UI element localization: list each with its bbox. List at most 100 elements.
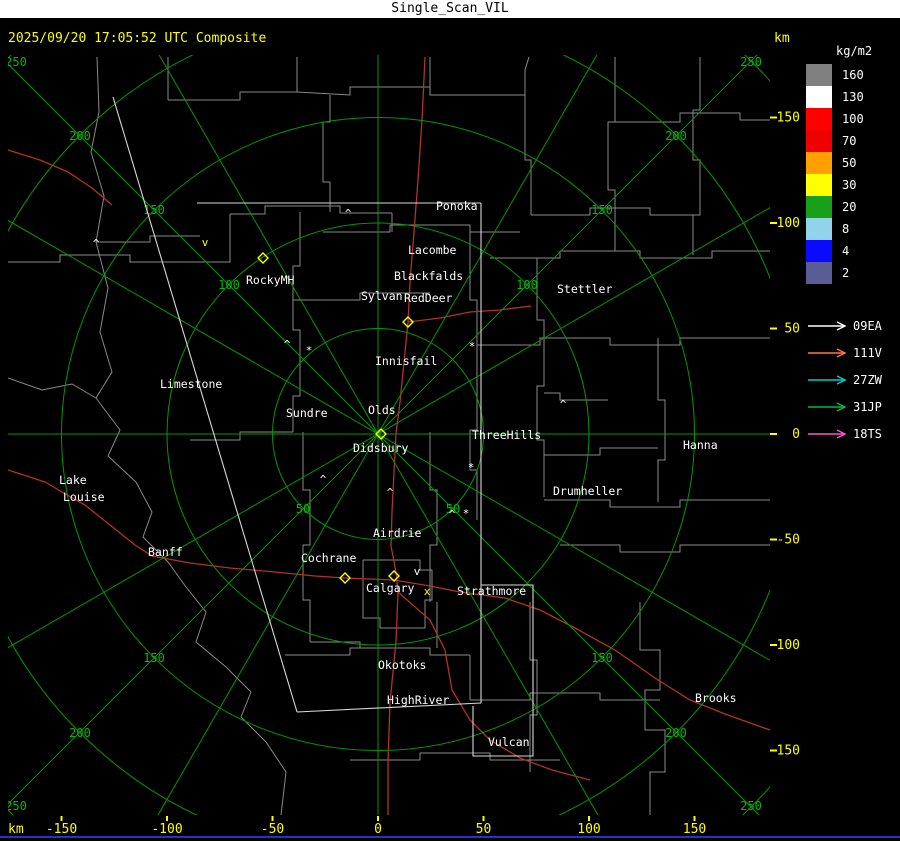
range-label: 150 <box>591 203 613 217</box>
station-arrow-icon <box>808 347 847 358</box>
bottom-axis-value: -50 <box>261 822 284 837</box>
city-label-airdrie: Airdrie <box>373 526 422 540</box>
station-entry: 111V <box>806 339 900 366</box>
city-label-didsbury: Didsbury <box>353 441 408 455</box>
legend-panel: kg/m2 160 130 100 70 50 30 20 8 4 2 09EA 111V 27ZW 3… <box>806 44 900 447</box>
county-boundary <box>302 432 311 642</box>
range-label: 250 <box>5 799 27 813</box>
highway-line <box>8 469 770 731</box>
legend-entry: 8 <box>806 218 900 240</box>
county-boundary <box>544 392 608 401</box>
legend-value: 100 <box>842 112 864 126</box>
range-label: 150 <box>143 651 165 665</box>
station-id: 31JP <box>853 399 882 414</box>
right-axis-value: 0 <box>792 427 800 442</box>
city-label-stettler: Stettler <box>557 282 612 296</box>
legend-entry: 2 <box>806 262 900 284</box>
legend-entry: 20 <box>806 196 900 218</box>
range-label: 250 <box>740 55 762 69</box>
right-axis-value: 50 <box>784 322 800 337</box>
range-label: 200 <box>665 726 687 740</box>
right-axis-value: -150 <box>769 744 800 759</box>
storm-marker-icon: x <box>424 585 431 598</box>
county-boundary <box>95 397 287 815</box>
legend-color-swatch <box>806 86 832 108</box>
right-axis-value: -100 <box>769 638 800 653</box>
county-boundary <box>8 377 97 399</box>
range-label: 200 <box>69 129 91 143</box>
azimuth-spoke <box>8 207 770 649</box>
azimuth-spoke <box>158 55 599 815</box>
legend-value: 8 <box>842 222 850 236</box>
radar-app-window: Single_Scan_VIL 2025/09/20 17:05:52 UTC … <box>0 0 900 841</box>
color-scale: 160 130 100 70 50 30 20 8 4 2 <box>806 64 900 284</box>
azimuth-spoke <box>8 63 760 815</box>
legend-value: 160 <box>842 68 864 82</box>
county-boundary <box>657 338 666 502</box>
storm-marker-icon: ^ <box>560 398 567 411</box>
station-list: 09EA 111V 27ZW 31JP 18TS <box>806 312 900 447</box>
county-boundary <box>323 224 520 233</box>
legend-color-swatch <box>806 152 832 174</box>
bottom-axis-value: 0 <box>374 822 382 837</box>
range-label: 100 <box>516 278 538 292</box>
station-entry: 27ZW <box>806 366 900 393</box>
legend-units-label: kg/m2 <box>836 44 873 58</box>
azimuth-spoke <box>8 55 758 805</box>
station-arrow-icon <box>808 320 847 331</box>
city-label-sylvan: Sylvan <box>361 289 403 303</box>
legend-color-swatch <box>806 108 832 130</box>
storm-marker-icon: ^ <box>387 486 394 499</box>
county-boundary <box>296 56 530 96</box>
legend-color-swatch <box>806 240 832 262</box>
city-label-drumheller: Drumheller <box>553 484 622 498</box>
city-label-lacombe: Lacombe <box>408 243 457 257</box>
county-boundary <box>544 447 658 456</box>
county-boundary <box>310 641 361 648</box>
county-boundary <box>322 95 331 212</box>
coverage-outline <box>472 584 534 757</box>
bottom-axis-value: 100 <box>577 822 600 837</box>
legend-entry: 30 <box>806 174 900 196</box>
range-label: 250 <box>740 799 762 813</box>
map-layers: 1001502002501001502002505015020025050150… <box>5 55 770 815</box>
coverage-outline <box>112 96 298 713</box>
county-boundary <box>560 544 770 553</box>
city-label-rockymh: RockyMH <box>246 273 295 287</box>
station-id: 09EA <box>853 318 882 333</box>
legend-entry: 130 <box>806 86 900 108</box>
city-label-sundre: Sundre <box>286 406 328 420</box>
storm-marker-icon: ^ <box>284 338 291 351</box>
legend-color-swatch <box>806 262 832 284</box>
station-arrow-icon <box>808 401 847 412</box>
city-label-brooks: Brooks <box>695 691 737 705</box>
station-entry: 18TS <box>806 420 900 447</box>
legend-color-swatch <box>806 174 832 196</box>
legend-color-swatch <box>806 196 832 218</box>
station-id: 18TS <box>853 426 882 441</box>
legend-entry: 100 <box>806 108 900 130</box>
legend-value: 130 <box>842 90 864 104</box>
bottom-axis-unit: km <box>8 822 24 837</box>
radar-map[interactable]: 100 150 200 250 100 150 200 250 50 150 200 250 50 150… <box>0 0 800 841</box>
bottom-axis-value: 150 <box>683 822 706 837</box>
station-arrow-icon <box>808 428 847 439</box>
range-label: 50 <box>296 502 310 516</box>
storm-marker-icon: * <box>306 344 313 357</box>
azimuth-spoke <box>157 55 598 815</box>
station-entry: 31JP <box>806 393 900 420</box>
county-boundary <box>470 692 660 701</box>
legend-color-swatch <box>806 64 832 86</box>
legend-entry: 160 <box>806 64 900 86</box>
city-label-limestone: Limestone <box>160 377 222 391</box>
county-boundary <box>477 337 770 346</box>
county-boundary <box>292 212 301 432</box>
county-boundary <box>429 432 438 602</box>
legend-entry: 70 <box>806 130 900 152</box>
legend-value: 50 <box>842 156 857 170</box>
storm-marker-icon: * <box>469 340 476 353</box>
city-label-olds: Olds <box>368 403 396 417</box>
county-boundary <box>90 56 113 399</box>
highway-line <box>407 305 532 323</box>
legend-color-swatch <box>806 218 832 240</box>
